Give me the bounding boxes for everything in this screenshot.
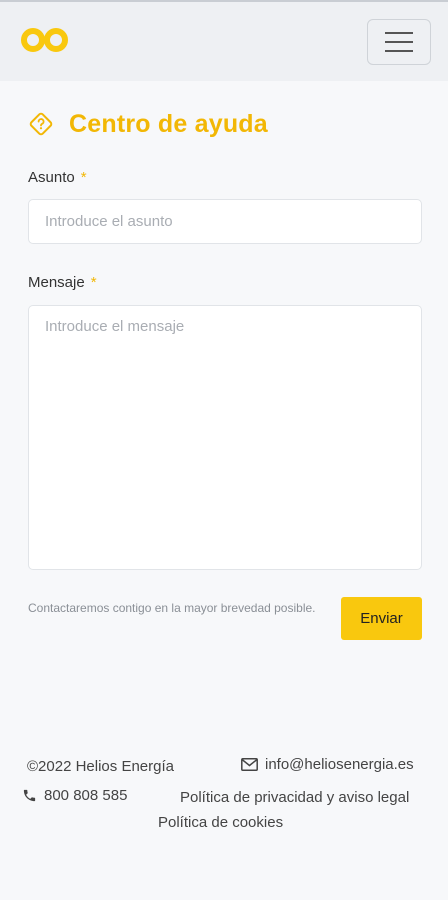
subject-label-text: Asunto <box>28 169 75 186</box>
copyright-text: ©2022 Helios Energía <box>27 758 174 775</box>
page-title: Centro de ayuda <box>69 109 268 138</box>
phone-link[interactable]: 800 808 585 <box>22 787 127 804</box>
subject-label: Asunto * <box>28 169 87 186</box>
cookies-link[interactable]: Política de cookies <box>158 814 283 831</box>
hamburger-menu-icon <box>385 32 413 52</box>
envelope-icon <box>241 758 258 771</box>
navbar <box>0 2 448 81</box>
message-label-text: Mensaje <box>28 274 85 291</box>
phone-icon <box>23 789 36 802</box>
help-diamond-icon <box>29 112 53 136</box>
subject-input[interactable] <box>28 199 422 244</box>
privacy-link[interactable]: Política de privacidad y aviso legal <box>180 789 409 806</box>
response-note: Contactaremos contigo en la mayor breved… <box>28 601 316 615</box>
message-required-mark: * <box>90 274 97 291</box>
message-label: Mensaje * <box>28 274 97 291</box>
subject-required-mark: * <box>80 169 87 186</box>
page-header: Centro de ayuda <box>28 107 268 141</box>
send-button[interactable]: Enviar <box>341 597 422 640</box>
menu-button[interactable] <box>367 19 431 65</box>
phone-text: 800 808 585 <box>44 787 128 804</box>
helios-logo-icon[interactable] <box>20 26 70 56</box>
email-text: info@heliosenergia.es <box>265 756 414 773</box>
message-textarea[interactable] <box>28 305 422 570</box>
email-link[interactable]: info@heliosenergia.es <box>241 756 414 773</box>
